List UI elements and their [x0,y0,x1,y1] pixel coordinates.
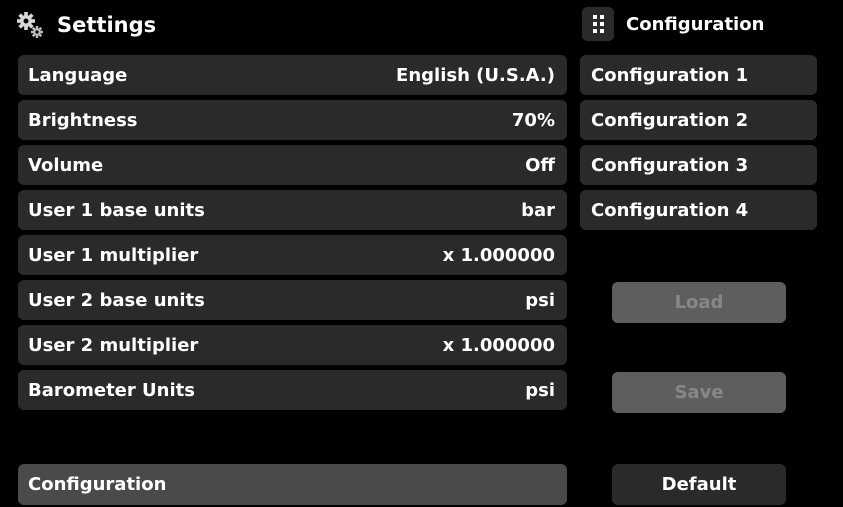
setting-user1-base-units[interactable]: User 1 base units bar [18,190,567,230]
configuration-2-button[interactable]: Configuration 2 [580,100,817,140]
setting-value: 70% [511,109,555,131]
configuration-panel-header: Configuration [580,4,817,44]
configuration-1-button[interactable]: Configuration 1 [580,55,817,95]
setting-value: psi [525,289,555,311]
configuration-bar-label: Configuration [28,474,167,495]
page-header: Settings [15,8,156,42]
gears-icon [15,10,45,40]
setting-value: English (U.S.A.) [396,64,555,86]
setting-user1-multiplier[interactable]: User 1 multiplier x 1.000000 [18,235,567,275]
setting-value: Off [525,154,555,176]
save-button[interactable]: Save [612,372,786,413]
setting-brightness[interactable]: Brightness 70% [18,100,567,140]
setting-volume[interactable]: Volume Off [18,145,567,185]
setting-value: x 1.000000 [442,334,555,356]
configuration-label: Configuration 3 [591,154,749,176]
setting-barometer-units[interactable]: Barometer Units psi [18,370,567,410]
setting-value: bar [521,199,555,221]
default-button[interactable]: Default [612,464,786,505]
setting-language[interactable]: Language English (U.S.A.) [18,55,567,95]
setting-label: Brightness [28,109,138,131]
setting-label: User 2 multiplier [28,334,199,356]
setting-user2-multiplier[interactable]: User 2 multiplier x 1.000000 [18,325,567,365]
setting-label: Volume [28,154,104,176]
setting-label: User 2 base units [28,289,205,311]
configuration-label: Configuration 1 [591,64,749,86]
configuration-4-button[interactable]: Configuration 4 [580,190,817,230]
setting-value: psi [525,379,555,401]
configuration-3-button[interactable]: Configuration 3 [580,145,817,185]
load-button[interactable]: Load [612,282,786,323]
configuration-label: Configuration 4 [591,199,749,221]
setting-value: x 1.000000 [442,244,555,266]
setting-user2-base-units[interactable]: User 2 base units psi [18,280,567,320]
setting-label: User 1 multiplier [28,244,199,266]
page-title: Settings [57,13,157,37]
grid-menu-icon[interactable] [582,7,614,41]
setting-label: User 1 base units [28,199,205,221]
configuration-panel-title: Configuration [626,13,765,35]
setting-label: Barometer Units [28,379,195,401]
configuration-bar[interactable]: Configuration [18,464,567,505]
setting-label: Language [28,64,128,86]
configuration-label: Configuration 2 [591,109,749,131]
